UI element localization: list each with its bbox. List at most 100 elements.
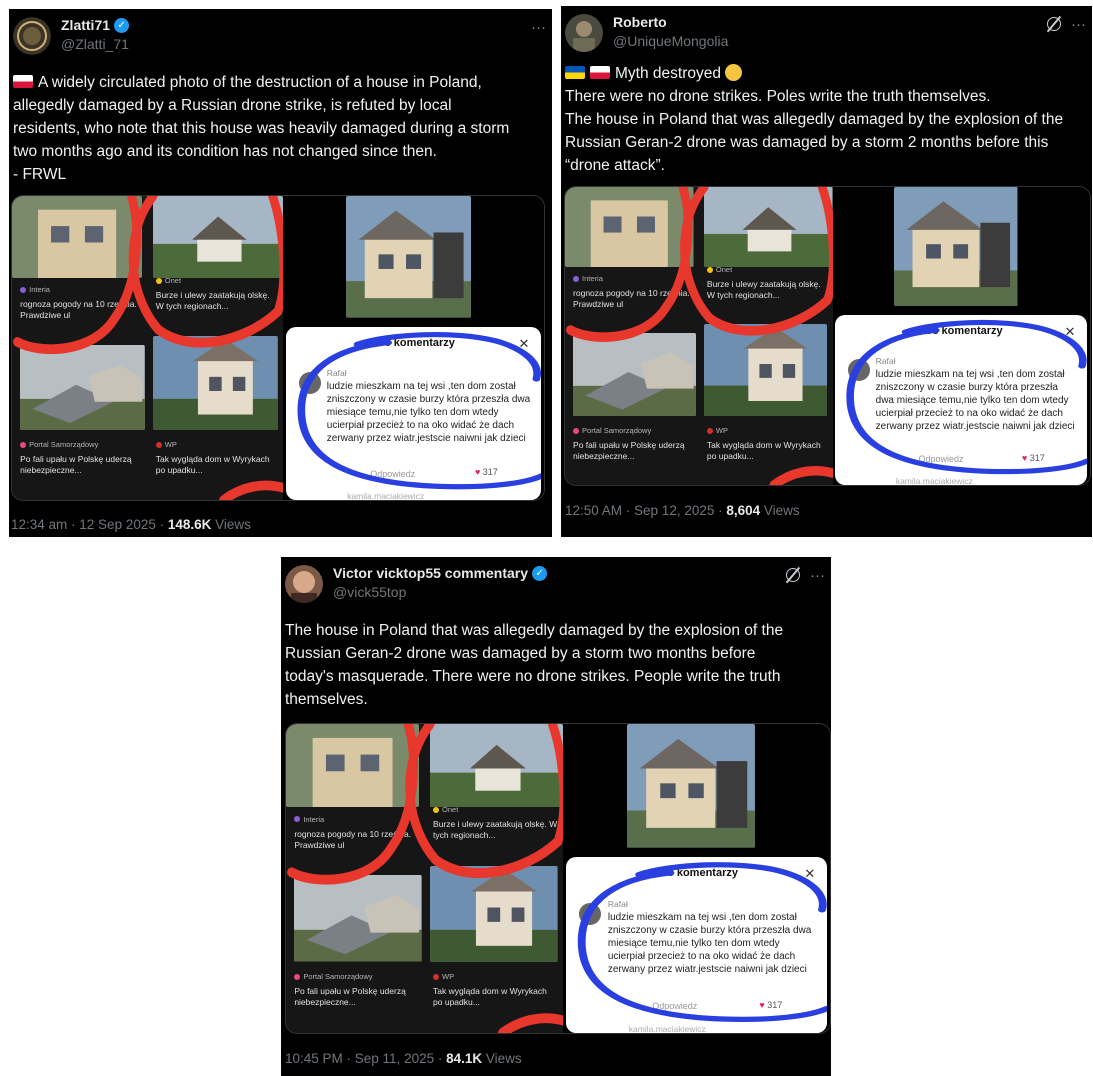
news-source: Interia — [303, 814, 325, 824]
news-source: Portal Samorządowy — [29, 440, 99, 450]
ukraine-flag-icon — [565, 66, 585, 79]
comments-title: 208 komentarzy — [655, 866, 738, 879]
comment-text: ludzie mieszkam na tej wsi ,ten dom zost… — [875, 368, 1075, 432]
damaged-roof-photo — [294, 875, 422, 962]
commenter-name: Rafał — [607, 899, 628, 910]
house-photo — [12, 196, 143, 279]
news-source: Interia — [29, 285, 50, 295]
house-photo — [286, 724, 420, 808]
avatar[interactable] — [13, 17, 51, 55]
news-headline: Burze i ulewy zaatakują olskę. W tych re… — [706, 279, 821, 301]
verified-badge-icon: ✓ — [532, 565, 548, 581]
comment-panel: 208 komentarzy ✕ Rafał ludzie mieszkam n… — [835, 315, 1088, 486]
display-name[interactable]: Zlatti71 — [61, 17, 110, 33]
views-label: Views — [482, 1051, 522, 1066]
text-line: residents, who note that this house was … — [13, 120, 510, 137]
avatar[interactable] — [565, 14, 603, 52]
commenter-name: Rafał — [326, 368, 347, 379]
display-name[interactable]: Victor vicktop55 commentary — [333, 565, 528, 581]
news-headline: Tak wygląda dom w Wyrykach po upadku... — [155, 454, 270, 476]
news-source: Interia — [582, 274, 603, 284]
news-feed-screenshot: Interia rognoza pogody na 10 rześnia. Pr… — [12, 196, 284, 500]
handle[interactable]: @UniqueMongolia — [613, 33, 728, 49]
tweet-header: Roberto @UniqueMongolia ··· — [565, 12, 1086, 54]
damaged-roof-photo — [20, 344, 145, 431]
damaged-roof-photo — [573, 333, 697, 417]
text-line: Russian Geran-2 drone was damaged by a s… — [285, 645, 756, 662]
reply-link: Odpowiedz — [370, 468, 416, 479]
more-options-icon[interactable]: ··· — [810, 567, 825, 584]
commenter-avatar — [579, 902, 602, 925]
news-headline: rognoza pogody na 10 rześnia. Prawdziwe … — [20, 299, 137, 321]
more-options-icon[interactable]: ··· — [531, 19, 546, 36]
timestamp[interactable]: 12:34 am · 12 Sep 2025 · — [11, 517, 168, 532]
village-photo — [153, 196, 284, 279]
news-headline: Po fali upału w Polskę uderzą niebezpiec… — [20, 454, 132, 476]
news-source: Portal Samorządowy — [303, 972, 373, 982]
text-line: Myth destroyed — [615, 65, 721, 82]
tweet-vicktop55[interactable]: Victor vicktop55 commentary ✓ @vick55top … — [281, 557, 831, 1076]
news-source: Onet — [715, 265, 733, 275]
tweet-zlatti71[interactable]: Zlatti71 ✓ @Zlatti_71 ··· A widely circul… — [9, 9, 552, 537]
comment-screenshot: 208 komentarzy ✕ Rafał ludzie mieszkam n… — [563, 724, 830, 1033]
news-feed-screenshot: Interia rognoza pogody na 10 rześnia. Pr… — [565, 187, 833, 485]
comment-panel: 208 komentarzy ✕ Rafał ludzie mieszkam n… — [285, 326, 542, 501]
tweet-meta: 10:45 PM · Sep 11, 2025 · 84.1K Views — [285, 1051, 522, 1066]
views-count: 8,604 — [726, 503, 761, 518]
comments-title: 208 komentarzy — [920, 325, 1003, 338]
reply-link: Odpowiedz — [652, 1001, 698, 1012]
house-photo — [430, 866, 558, 962]
tweet-text: A widely circulated photo of the destruc… — [13, 71, 548, 186]
news-source: Onet — [164, 276, 182, 286]
text-line: “drone attack”. — [565, 157, 665, 174]
verified-badge-icon: ✓ — [114, 17, 130, 33]
grok-icon[interactable] — [1047, 17, 1061, 31]
tweet-roberto[interactable]: Roberto @UniqueMongolia ··· Myth destroy… — [561, 6, 1092, 537]
tweet-media[interactable]: Interia rognoza pogody na 10 rześnia. Pr… — [285, 723, 831, 1034]
next-commenter: kamila.maciakiewicz — [347, 491, 425, 501]
display-name[interactable]: Roberto — [613, 14, 667, 30]
heart-icon: ♥ — [759, 999, 765, 1010]
news-source: Onet — [442, 805, 459, 815]
like-count: 317 — [482, 467, 498, 478]
text-line: allegedly damaged by a Russian drone str… — [13, 97, 452, 114]
comments-title: 208 komentarzy — [372, 336, 455, 349]
village-photo — [430, 724, 564, 808]
heart-icon: ♥ — [1021, 452, 1028, 463]
timestamp[interactable]: 12:50 AM · Sep 12, 2025 · — [565, 503, 726, 518]
news-headline: Tak wygląda dom w Wyrykach po upadku... — [433, 986, 547, 1008]
house-photo — [153, 335, 278, 431]
close-icon: ✕ — [518, 335, 530, 351]
poland-flag-icon — [590, 66, 610, 79]
handle[interactable]: @vick55top — [333, 584, 547, 600]
tweet-media[interactable]: Interia rognoza pogody na 10 rześnia. Pr… — [564, 186, 1091, 486]
close-icon: ✕ — [1064, 324, 1076, 340]
damaged-house-photo — [345, 196, 471, 318]
news-headline: Tak wygląda dom w Wyrykach po upadku... — [706, 440, 821, 462]
heart-icon: ♥ — [474, 467, 481, 478]
more-options-icon[interactable]: ··· — [1071, 16, 1086, 33]
commenter-name: Rafał — [875, 355, 896, 366]
text-line: There were no drone strikes. Poles write… — [565, 88, 991, 105]
timestamp[interactable]: 10:45 PM · Sep 11, 2025 · — [285, 1051, 446, 1066]
news-headline: Po fali upału w Polskę uderzą niebezpiec… — [573, 440, 685, 462]
text-line: The house in Poland that was allegedly d… — [285, 622, 784, 639]
hugging-face-icon — [724, 64, 742, 81]
news-headline: Burze i ulewy zaatakują olskę. W tych re… — [155, 290, 270, 312]
views-label: Views — [211, 517, 251, 532]
next-commenter: kamila.maciakiewicz — [895, 476, 973, 486]
handle[interactable]: @Zlatti_71 — [61, 36, 129, 52]
damaged-house-photo — [627, 724, 756, 848]
tweet-media[interactable]: Interia rognoza pogody na 10 rześnia. Pr… — [11, 195, 545, 501]
damaged-house-photo — [894, 187, 1018, 307]
reply-link: Odpowiedz — [918, 454, 964, 465]
news-source: Portal Samorządowy — [582, 426, 652, 436]
tweet-meta: 12:50 AM · Sep 12, 2025 · 8,604 Views — [565, 503, 800, 518]
poland-flag-icon — [13, 75, 33, 88]
news-headline: Burze i ulewy zaatakują olskę. W tych re… — [433, 819, 558, 841]
avatar[interactable] — [285, 565, 323, 603]
news-headline: rognoza pogody na 10 rześnia. Prawdziwe … — [294, 828, 412, 850]
grok-icon[interactable] — [786, 568, 800, 582]
like-count: 317 — [1029, 452, 1045, 463]
news-headline: Po fali upału w Polskę uderzą niebezpiec… — [294, 986, 406, 1008]
